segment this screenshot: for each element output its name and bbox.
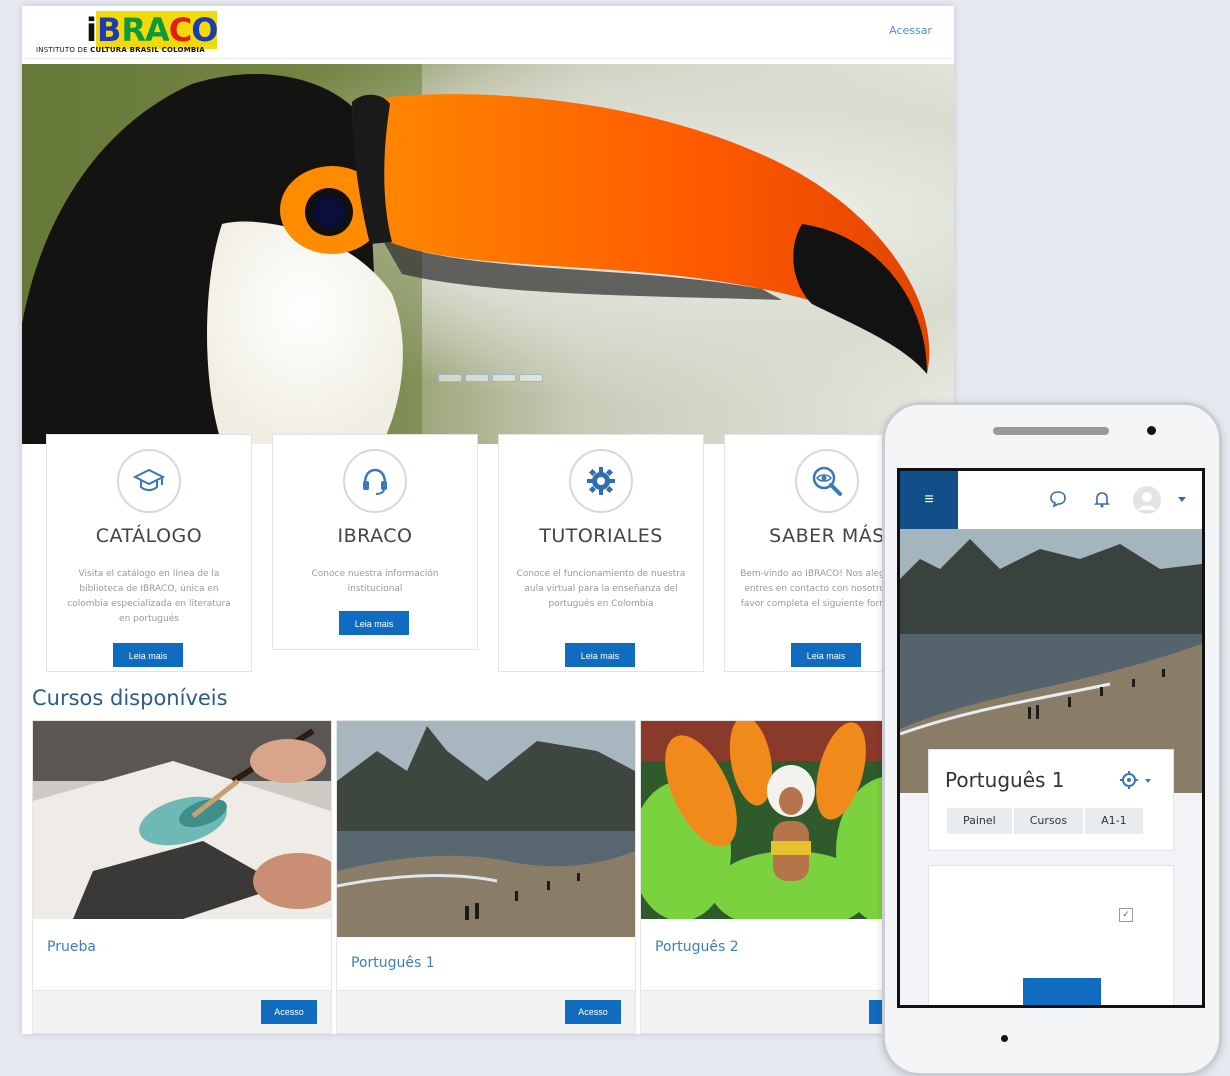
course-name-link[interactable]: Prueba: [47, 939, 96, 955]
toucan-image: [22, 64, 930, 444]
phone-camera: [1147, 426, 1156, 435]
carousel-dot[interactable]: [465, 374, 489, 382]
breadcrumb-item-cursos[interactable]: Cursos: [1013, 808, 1084, 834]
logo-letter: RA: [121, 11, 170, 49]
phone-speaker: [993, 427, 1109, 435]
desktop-browser-view: iBRACO INSTITUTO DE CULTURA BRASIL COLOM…: [22, 6, 954, 1034]
chat-bubble-icon[interactable]: [1048, 489, 1068, 509]
logo-letter: i: [86, 11, 97, 49]
login-link[interactable]: Acessar: [889, 24, 932, 37]
feature-text: Conoce el funcionamiento de nuestra aula…: [516, 569, 686, 609]
graduation-cap-icon: [117, 449, 181, 513]
course-name-link[interactable]: Português 2: [655, 939, 739, 955]
mobile-navbar: ≡: [900, 471, 1202, 529]
feature-card-tutoriales: TUTORIALES Conoce el funcionamiento de n…: [498, 434, 704, 672]
gear-icon: [569, 449, 633, 513]
mobile-course-title: Português 1: [945, 768, 1065, 792]
course-name-link[interactable]: Português 1: [351, 955, 435, 971]
feature-text: Conoce nuestra información institucional: [311, 569, 439, 594]
course-image[interactable]: [33, 721, 331, 919]
carousel-dot[interactable]: [438, 374, 462, 382]
phone-home-indicator: [1001, 1035, 1008, 1042]
logo-letter: O: [191, 11, 218, 49]
acesso-button[interactable]: Acesso: [565, 1000, 621, 1024]
ibraco-logo[interactable]: iBRACO INSTITUTO DE CULTURA BRASIL COLOM…: [34, 11, 254, 56]
feature-cards: CATÁLOGO Visita el catálogo en línea de …: [46, 434, 946, 674]
mobile-course-section-card: ✓: [928, 865, 1174, 1005]
acesso-button[interactable]: Acesso: [261, 1000, 317, 1024]
feature-card-catalogo: CATÁLOGO Visita el catálogo en línea de …: [46, 434, 252, 672]
courses-heading: Cursos disponíveis: [32, 686, 228, 710]
magnifier-eye-icon: [795, 449, 859, 513]
carousel-indicators[interactable]: [438, 374, 543, 382]
mobile-screen: ≡ Português 1 Painel Cursos A1-1 ✓: [897, 468, 1205, 1008]
leia-mais-button[interactable]: Leia mais: [565, 643, 635, 667]
top-navbar: iBRACO INSTITUTO DE CULTURA BRASIL COLOM…: [22, 6, 954, 59]
feature-text: Visita el catálogo en línea de la biblio…: [67, 569, 231, 624]
hamburger-menu-icon[interactable]: ≡: [900, 471, 958, 529]
logo-letter: B: [95, 11, 121, 49]
caret-down-icon[interactable]: [1178, 497, 1186, 503]
breadcrumb-item-painel[interactable]: Painel: [947, 808, 1012, 834]
breadcrumb: Painel Cursos A1-1: [947, 808, 1145, 834]
mobile-course-header-card: Português 1 Painel Cursos A1-1: [928, 749, 1174, 851]
logo-sub-prefix: INSTITUTO DE: [36, 46, 91, 54]
mobile-primary-button[interactable]: [1023, 978, 1101, 1005]
bell-icon[interactable]: [1092, 489, 1112, 509]
leia-mais-button[interactable]: Leia mais: [339, 611, 409, 635]
logo-sub-bold: CULTURA BRASIL COLOMBIA: [90, 46, 205, 54]
headset-icon: [343, 449, 407, 513]
course-card-prueba[interactable]: Prueba Acesso: [32, 720, 332, 1034]
completion-checkbox-icon[interactable]: ✓: [1119, 908, 1133, 922]
user-avatar-icon[interactable]: [1132, 485, 1162, 515]
mobile-phone-frame: ≡ Português 1 Painel Cursos A1-1 ✓: [882, 402, 1222, 1076]
breadcrumb-item-a1-1[interactable]: A1-1: [1085, 808, 1143, 834]
course-image[interactable]: [337, 721, 635, 937]
settings-gear-icon[interactable]: [1119, 770, 1153, 790]
feature-title: TUTORIALES: [539, 525, 663, 547]
course-card-portugues-1[interactable]: Português 1 Acesso: [336, 720, 636, 1034]
logo-letter: C: [168, 11, 192, 49]
leia-mais-button[interactable]: Leia mais: [113, 643, 183, 667]
course-card-footer: Acesso: [33, 990, 331, 1033]
feature-title: IBRACO: [337, 525, 413, 547]
carousel-dot[interactable]: [519, 374, 543, 382]
hero-carousel[interactable]: [22, 64, 954, 444]
leia-mais-button[interactable]: Leia mais: [791, 643, 861, 667]
feature-title: CATÁLOGO: [95, 525, 203, 547]
course-card-footer: Acesso: [337, 990, 635, 1033]
carousel-dot[interactable]: [492, 374, 516, 382]
logo-wordmark: iBRACO: [86, 11, 218, 49]
logo-subtitle: INSTITUTO DE CULTURA BRASIL COLOMBIA: [36, 46, 205, 54]
feature-card-ibraco: IBRACO Conoce nuestra información instit…: [272, 434, 478, 650]
